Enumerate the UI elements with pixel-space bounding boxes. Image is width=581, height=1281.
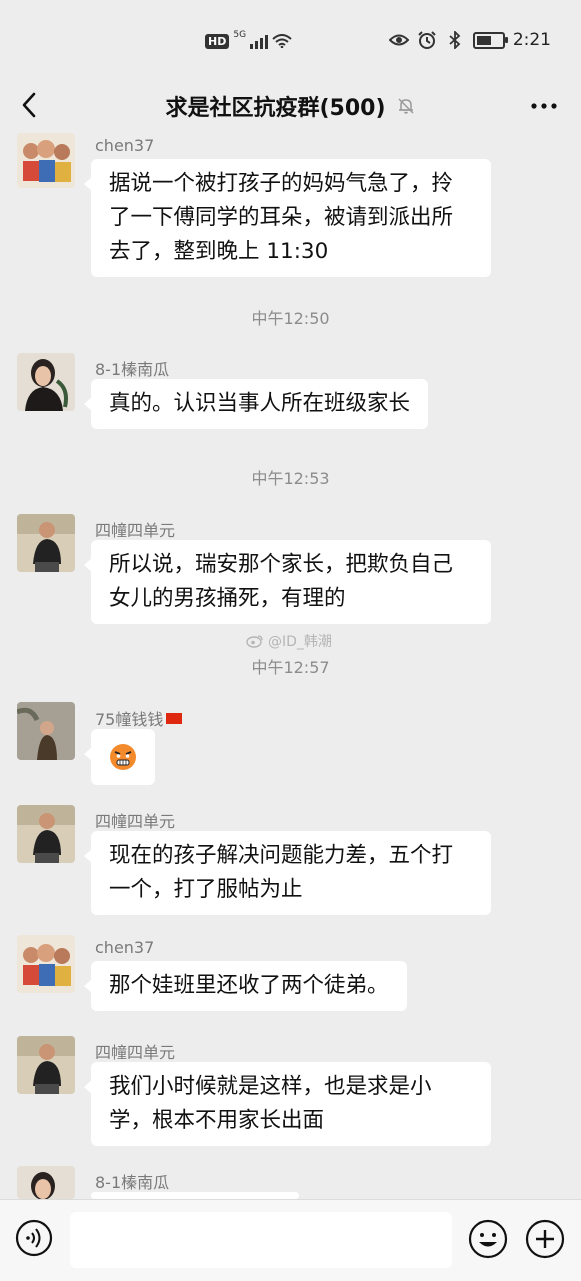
chat-header: 求是社区抗疫群(500) (0, 80, 581, 132)
chat-title: 求是社区抗疫群(500) (165, 96, 386, 121)
watermark: @ID_韩潮 (246, 631, 332, 651)
avatar[interactable] (17, 805, 75, 863)
battery-fill (476, 35, 492, 45)
message-input[interactable] (70, 1212, 452, 1268)
weibo-icon (246, 635, 263, 648)
message-bubble[interactable]: 我们小时候就是这样，也是求是小学，根本不用家长出面 (84, 1062, 491, 1146)
status-time: 2:21 (512, 30, 551, 50)
bluetooth-icon (449, 31, 461, 49)
more-button[interactable] (529, 96, 559, 116)
avatar[interactable] (17, 353, 75, 411)
sender-name: 四幢四单元 (95, 521, 176, 540)
timestamp: 中午12:57 (251, 658, 330, 677)
eye-icon (388, 34, 409, 46)
message-bubble[interactable] (84, 729, 155, 785)
avatar[interactable] (17, 1036, 75, 1094)
status-left: HD 5G (205, 30, 292, 49)
bell-muted-icon (397, 98, 414, 114)
emoji-button[interactable] (467, 1218, 509, 1260)
sender-name: 8-1榛南瓜 (95, 360, 170, 379)
message-bubble[interactable]: 所以说，瑞安那个家长，把欺负自己女儿的男孩捅死，有理的 (84, 540, 491, 624)
sender-name: 75幢钱钱 (95, 706, 183, 730)
battery-icon (472, 31, 508, 49)
input-bar (0, 1199, 581, 1281)
status-right: 2:21 (388, 30, 551, 50)
sender-name: 8-1榛南瓜 (95, 1173, 170, 1192)
avatar[interactable] (17, 514, 75, 572)
signal-icon (250, 33, 269, 49)
avatar[interactable] (17, 1166, 75, 1199)
status-bar: HD 5G 2:21 (0, 0, 581, 88)
watermark-text: @ID_韩潮 (268, 634, 332, 650)
sender-name-text: 75幢钱钱 (95, 710, 164, 729)
timestamp: 中午12:53 (251, 469, 330, 488)
sender-name: 四幢四单元 (95, 812, 176, 831)
message-bubble[interactable]: 那个娃班里还收了两个徒弟。 (84, 961, 407, 1011)
chat-title-container: 求是社区抗疫群(500) (0, 90, 581, 122)
alarm-icon (418, 31, 436, 49)
sender-name: 四幢四单元 (95, 1043, 176, 1062)
message-bubble[interactable]: 现在的孩子解决问题能力差，五个打一个，打了服帖为止 (84, 831, 491, 915)
message-bubble[interactable]: 据说一个被打孩子的妈妈气急了，拎了一下傅同学的耳朵，被请到派出所去了，整到晚上 … (84, 159, 491, 277)
avatar[interactable] (17, 133, 75, 188)
message-bubble[interactable] (84, 1192, 299, 1224)
plus-button[interactable] (524, 1218, 566, 1260)
sender-name: chen37 (95, 136, 155, 155)
hd-badge: HD (205, 33, 230, 49)
angry-face-emoji (110, 744, 136, 770)
china-flag-icon (166, 713, 183, 724)
timestamp: 中午12:50 (251, 309, 330, 328)
voice-button[interactable] (14, 1218, 54, 1258)
sender-name: chen37 (95, 938, 155, 957)
network-type: 5G (233, 30, 247, 40)
avatar[interactable] (17, 935, 75, 993)
wifi-icon (272, 34, 292, 48)
avatar[interactable] (17, 702, 75, 760)
message-bubble[interactable]: 真的。认识当事人所在班级家长 (83, 379, 429, 429)
